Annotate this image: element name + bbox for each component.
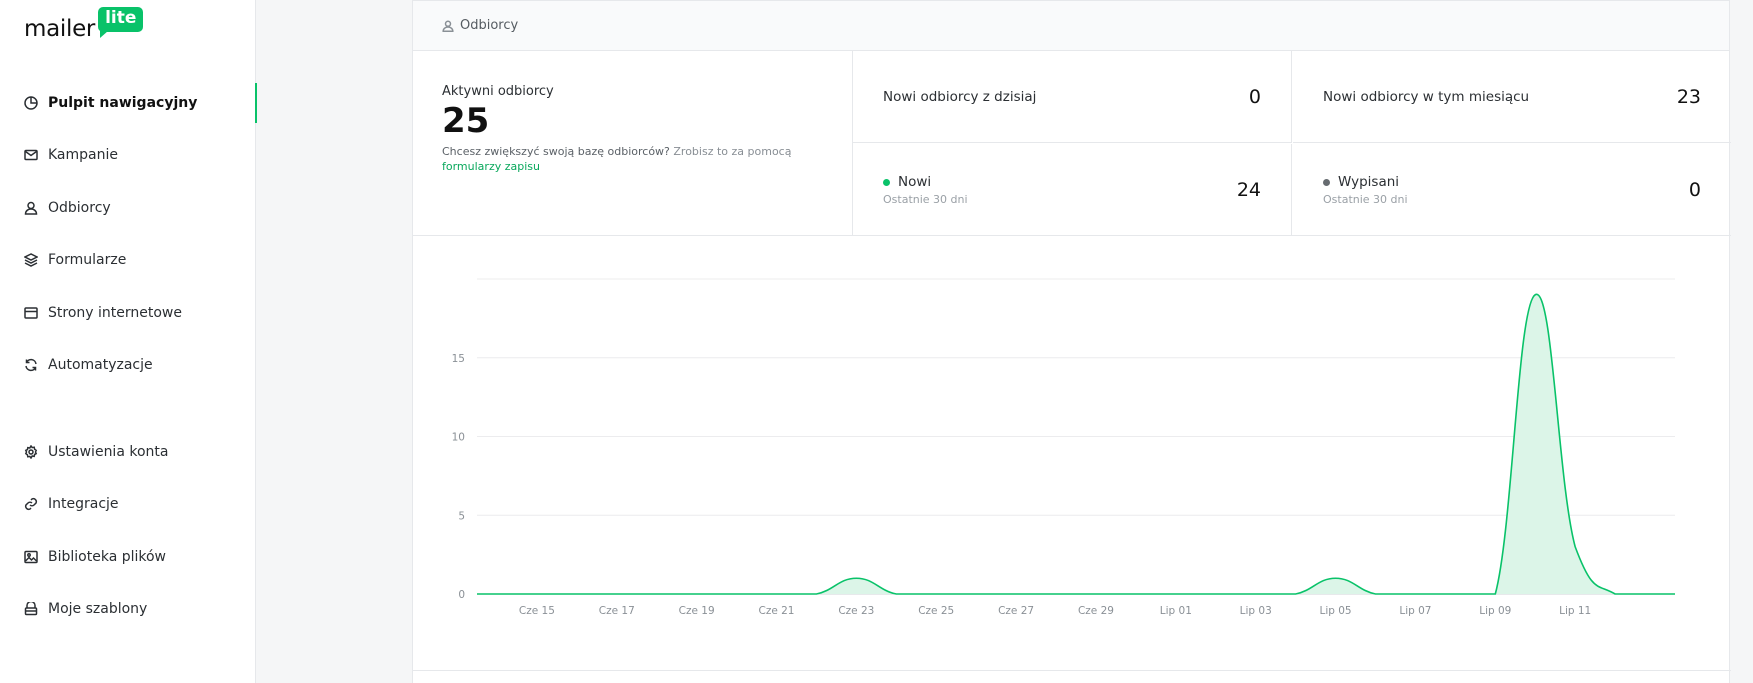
sidebar-item-label: Automatyzacje bbox=[48, 357, 153, 373]
signup-forms-link[interactable]: formularzy zapisu bbox=[442, 160, 540, 173]
new-month-label: Nowi odbiorcy w tym miesiącu bbox=[1323, 88, 1530, 105]
unsubscribed-sub: Ostatnie 30 dni bbox=[1323, 193, 1408, 206]
x-tick-label: Cze 19 bbox=[679, 605, 715, 617]
active-subscribers-stat: Aktywni odbiorcy 25 Chcesz zwiększyć swo… bbox=[413, 51, 853, 236]
y-tick-label: 15 bbox=[452, 353, 465, 365]
sidebar-item-dashboard[interactable]: Pulpit nawigacyjny bbox=[0, 83, 257, 123]
new-30-value: 24 bbox=[1236, 179, 1261, 201]
x-tick-label: Cze 23 bbox=[838, 605, 874, 617]
sidebar-item-label: Moje szablony bbox=[48, 601, 148, 617]
hint-lead: Chcesz zwiększyć swoją bazę odbiorców? bbox=[442, 145, 670, 158]
grow-list-hint: Chcesz zwiększyć swoją bazę odbiorców? Z… bbox=[442, 144, 802, 174]
unsubscribed-stat: Wypisani Ostatnie 30 dni 0 bbox=[1293, 144, 1731, 236]
sidebar-item-account-settings[interactable]: Ustawienia konta bbox=[0, 432, 256, 472]
sidebar-item-subscribers[interactable]: Odbiorcy bbox=[0, 188, 256, 228]
chart-svg: 0 5 10 15 Cze 15 Cze 17 Cze 19 Cze 21 Cze 23 Cze … bbox=[452, 278, 1675, 617]
active-subscribers-value: 25 bbox=[442, 101, 490, 141]
new-today-value: 0 bbox=[1248, 85, 1261, 108]
new-month-stat: Nowi odbiorcy w tym miesiącu 23 bbox=[1293, 51, 1731, 143]
x-tick-label: Cze 17 bbox=[599, 605, 635, 617]
x-tick-label: Lip 11 bbox=[1559, 605, 1591, 617]
x-tick-label: Cze 15 bbox=[519, 605, 555, 617]
user-icon bbox=[24, 201, 38, 215]
series-area bbox=[477, 294, 1675, 594]
sidebar-item-campaigns[interactable]: Kampanie bbox=[0, 135, 256, 175]
x-tick-label: Lip 03 bbox=[1240, 605, 1272, 617]
legend-dot-unsubscribed bbox=[1323, 178, 1330, 186]
new-30-label: Nowi bbox=[898, 174, 932, 190]
y-tick-label: 5 bbox=[458, 510, 465, 522]
x-tick-label: Cze 25 bbox=[918, 605, 954, 617]
new-today-label: Nowi odbiorcy z dzisiaj bbox=[883, 88, 1037, 105]
template-icon bbox=[24, 602, 38, 616]
sidebar-item-label: Formularze bbox=[48, 252, 127, 268]
series-line bbox=[477, 293, 1675, 595]
unsubscribed-label: Wypisani bbox=[1338, 174, 1400, 190]
browser-icon bbox=[24, 306, 38, 320]
subscribers-panel: Odbiorcy Aktywni odbiorcy 25 Chcesz zwię… bbox=[412, 0, 1731, 683]
sidebar-item-label: Kampanie bbox=[48, 147, 118, 163]
new-month-value: 23 bbox=[1676, 85, 1701, 108]
link-icon bbox=[24, 497, 38, 511]
x-tick-label: Cze 21 bbox=[758, 605, 794, 617]
sidebar-item-automations[interactable]: Automatyzacje bbox=[0, 345, 256, 385]
gear-icon bbox=[24, 445, 38, 459]
new-30-sub: Ostatnie 30 dni bbox=[883, 193, 968, 206]
dashboard-icon bbox=[24, 96, 38, 110]
x-tick-label: Lip 09 bbox=[1479, 605, 1511, 617]
image-icon bbox=[24, 550, 38, 564]
new-30-days-stat: Nowi Ostatnie 30 dni 24 bbox=[853, 144, 1292, 236]
sidebar-item-label: Integracje bbox=[48, 496, 119, 512]
sidebar-item-label: Strony internetowe bbox=[48, 305, 182, 321]
y-tick-label: 10 bbox=[452, 432, 465, 444]
x-tick-label: Lip 01 bbox=[1160, 605, 1192, 617]
legend-dot-new bbox=[883, 178, 890, 186]
x-tick-label: Cze 27 bbox=[998, 605, 1034, 617]
hint-tail: Zrobisz to za pomocą bbox=[673, 145, 792, 158]
sidebar-item-websites[interactable]: Strony internetowe bbox=[0, 293, 256, 333]
stats-grid: Aktywni odbiorcy 25 Chcesz zwiększyć swo… bbox=[413, 51, 1731, 236]
logo-badge: lite bbox=[98, 7, 144, 38]
sidebar-item-integrations[interactable]: Integracje bbox=[0, 484, 256, 524]
layers-icon bbox=[24, 253, 38, 267]
user-icon bbox=[442, 20, 454, 32]
new-today-stat: Nowi odbiorcy z dzisiaj 0 bbox=[853, 51, 1292, 143]
sidebar-item-label: Pulpit nawigacyjny bbox=[48, 95, 198, 111]
sidebar-item-label: Odbiorcy bbox=[48, 200, 111, 216]
panel-header: Odbiorcy bbox=[413, 0, 1729, 51]
mailerlite-logo[interactable]: mailer lite bbox=[24, 7, 144, 42]
sidebar-item-label: Ustawienia konta bbox=[48, 444, 169, 460]
panel-title: Odbiorcy bbox=[460, 18, 519, 33]
refresh-icon bbox=[24, 358, 38, 372]
x-tick-label: Lip 05 bbox=[1319, 605, 1351, 617]
sidebar-item-forms[interactable]: Formularze bbox=[0, 240, 256, 280]
unsubscribed-value: 0 bbox=[1688, 179, 1701, 201]
subscribers-chart: 0 5 10 15 Cze 15 Cze 17 Cze 19 Cze 21 Cze 23 Cze … bbox=[413, 237, 1731, 667]
mail-icon bbox=[24, 148, 38, 162]
sidebar-item-templates[interactable]: Moje szablony bbox=[0, 589, 256, 629]
sidebar-item-label: Biblioteka plików bbox=[48, 549, 167, 565]
x-tick-label: Lip 07 bbox=[1399, 605, 1431, 617]
x-tick-label: Cze 29 bbox=[1078, 605, 1114, 617]
panel-bottom-divider bbox=[413, 670, 1731, 671]
logo-wordmark: mailer bbox=[24, 16, 96, 42]
sidebar-item-file-library[interactable]: Biblioteka plików bbox=[0, 537, 256, 577]
y-tick-label: 0 bbox=[458, 589, 465, 601]
active-subscribers-label: Aktywni odbiorcy bbox=[442, 84, 554, 99]
sidebar: mailer lite Pulpit nawigacyjny Kampanie … bbox=[0, 0, 257, 683]
